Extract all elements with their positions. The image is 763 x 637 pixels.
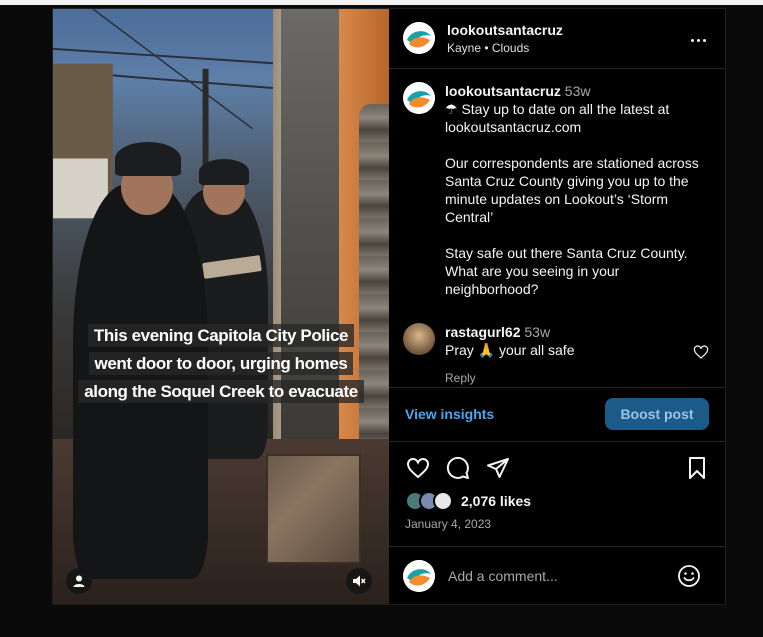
view-insights-link[interactable]: View insights <box>405 406 494 422</box>
liker-avatars[interactable] <box>405 491 453 511</box>
description-paragraph: ☂ Stay up to date on all the latest at l… <box>445 100 670 135</box>
post-modal: This evening Capitola City Police went d… <box>52 8 726 605</box>
share-icon <box>487 458 509 478</box>
insights-bar: View insights Boost post <box>389 386 725 442</box>
author-avatar[interactable] <box>403 81 435 114</box>
description-username[interactable]: lookoutsantacruz <box>445 83 561 99</box>
author-username[interactable]: lookoutsantacruz <box>447 22 563 38</box>
share-button[interactable] <box>485 455 511 481</box>
comment-input[interactable] <box>448 567 648 584</box>
mute-button[interactable] <box>346 568 372 594</box>
emoji-icon[interactable] <box>677 564 701 588</box>
comment-composer <box>389 547 725 604</box>
post-header: lookoutsantacruz Kayne • Clouds <box>389 9 725 69</box>
post-date[interactable]: January 4, 2023 <box>405 517 709 531</box>
boost-post-button[interactable]: Boost post <box>605 398 709 431</box>
post-description: lookoutsantacruz 53w ☂ Stay up to date o… <box>403 81 711 298</box>
commenter-avatar[interactable] <box>403 322 435 355</box>
reply-button[interactable]: Reply <box>445 369 707 387</box>
caption-line: went door to door, urging homes <box>88 352 354 375</box>
like-button[interactable] <box>405 455 431 481</box>
porch-step <box>266 454 361 564</box>
bookmark-icon[interactable] <box>685 456 709 480</box>
comment-button[interactable] <box>445 455 471 481</box>
viewer-avatar <box>403 559 435 592</box>
post-media[interactable]: This evening Capitola City Police went d… <box>53 9 389 604</box>
description-time[interactable]: 53w <box>565 83 591 99</box>
heart-icon <box>406 457 430 479</box>
heart-icon[interactable] <box>693 344 709 360</box>
commenter-username[interactable]: rastagurl62 <box>445 324 520 340</box>
audio-track[interactable]: Kayne • Clouds <box>447 41 563 55</box>
comment-item: rastagurl62 53w Pray 🙏 your all safe Rep… <box>403 322 711 387</box>
user-tag-icon <box>73 575 85 587</box>
lookout-logo-icon <box>403 22 435 55</box>
comment-time[interactable]: 53w <box>524 324 550 340</box>
video-caption: This evening Capitola City Police went d… <box>71 322 371 406</box>
comment-icon <box>446 456 469 479</box>
description-paragraph: Stay safe out there Santa Cruz County. W… <box>445 244 688 297</box>
lookout-logo-icon <box>403 81 435 114</box>
post-sidebar: lookoutsantacruz Kayne • Clouds lookouts… <box>389 9 725 604</box>
officer-cap <box>199 159 249 185</box>
description-paragraph: Our correspondents are stationed across … <box>445 154 699 225</box>
tagged-users-button[interactable] <box>66 568 92 594</box>
muted-icon <box>353 575 366 587</box>
comment-text: Pray 🙏 your all safe <box>445 341 575 358</box>
likes-count[interactable]: 2,076 likes <box>461 493 531 509</box>
comments-section[interactable]: lookoutsantacruz 53w ☂ Stay up to date o… <box>389 69 725 387</box>
more-icon <box>696 38 700 42</box>
caption-line: along the Soquel Creek to evacuate <box>78 380 364 403</box>
lookout-logo-icon <box>403 559 435 592</box>
author-avatar[interactable] <box>403 22 435 55</box>
more-icon <box>690 38 694 42</box>
liker-avatar <box>433 491 453 511</box>
officer-cap <box>115 142 181 176</box>
post-actions: 2,076 likes January 4, 2023 <box>389 442 725 548</box>
more-icon <box>702 38 706 42</box>
caption-line: This evening Capitola City Police <box>87 324 355 347</box>
more-options-button[interactable] <box>687 31 709 49</box>
